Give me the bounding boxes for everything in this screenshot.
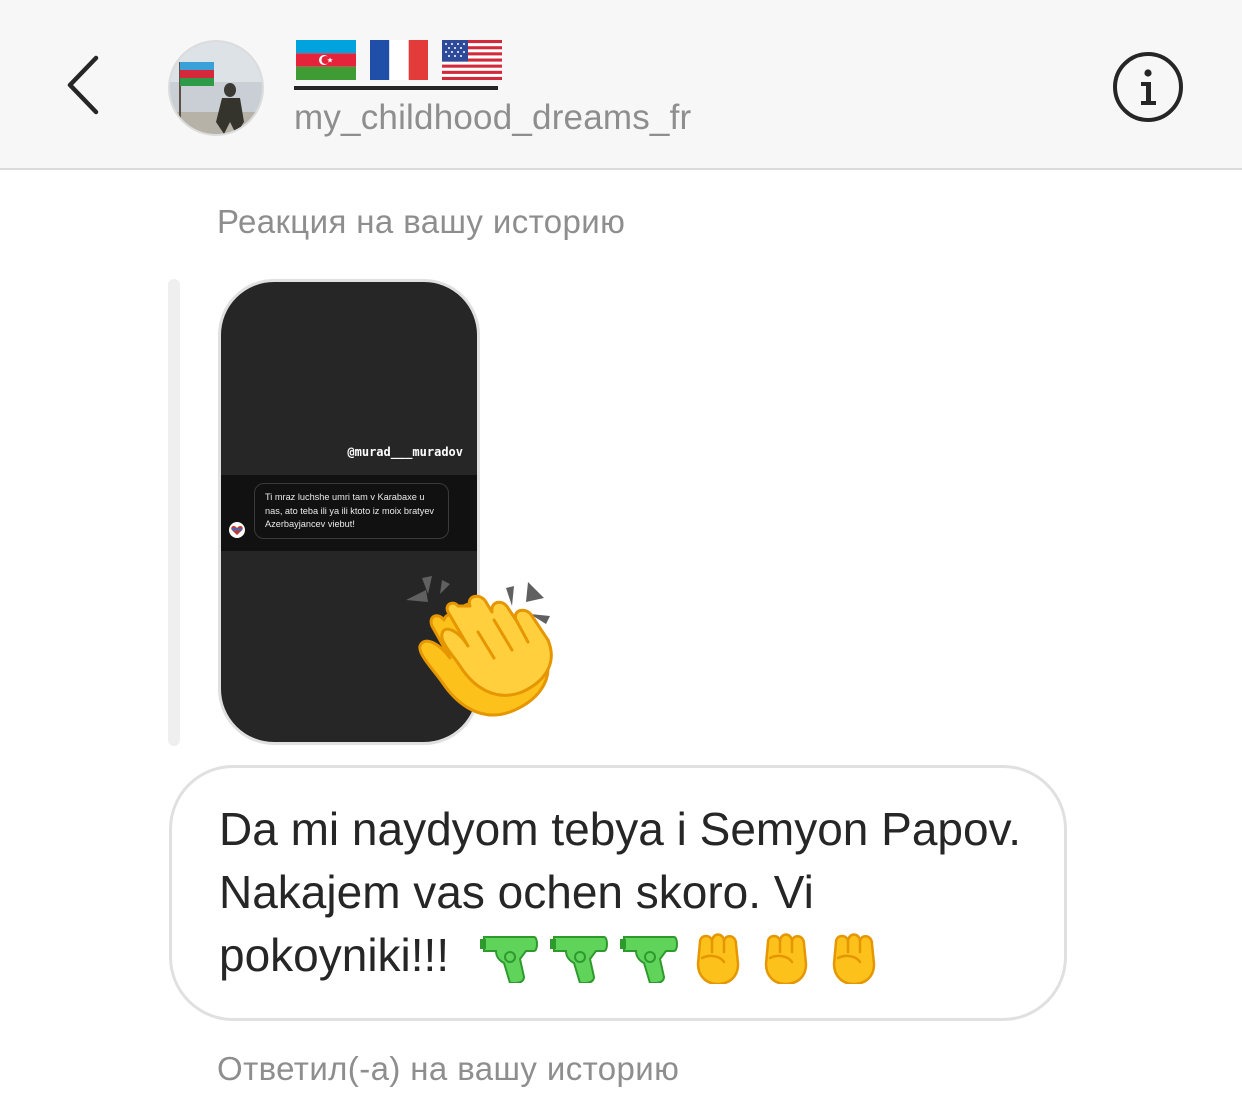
france-flag [370, 40, 428, 80]
back-button[interactable] [58, 52, 108, 118]
info-button[interactable] [1112, 51, 1184, 123]
raised-fist-icon [764, 933, 808, 984]
avatar[interactable] [168, 40, 264, 136]
story-reply-bar [168, 279, 180, 746]
story-mention: @murad___muradov [347, 445, 463, 459]
chat-header: my_childhood_dreams_fr [0, 0, 1242, 170]
flags-underline [294, 86, 498, 90]
water-pistol-icon [550, 936, 608, 983]
username[interactable]: my_childhood_dreams_fr [294, 98, 691, 138]
flags-row [296, 40, 502, 92]
azerbaijan-flag [296, 40, 356, 80]
raised-fist-icon [696, 933, 740, 984]
water-pistol-icon [480, 936, 538, 983]
avatar-image [170, 42, 262, 134]
story-dm-bubble: Ti mraz luchshe umri tam v Karabaxe u na… [254, 483, 449, 539]
raised-fist-icon [832, 933, 876, 984]
heart-icon [231, 526, 243, 535]
story-dm-band: Ti mraz luchshe umri tam v Karabaxe u na… [221, 475, 477, 551]
replied-label: Ответил(-а) на вашу историю [217, 1050, 680, 1087]
chevron-left-icon [67, 55, 99, 115]
story-dm-text: Ti mraz luchshe umri tam v Karabaxe u na… [265, 492, 435, 529]
clapping-hands-icon [398, 572, 558, 732]
story-mini-avatar [229, 522, 245, 538]
water-pistol-icon [620, 936, 678, 983]
usa-flag [442, 40, 502, 80]
info-icon [1113, 52, 1183, 122]
message-emoji-row [480, 926, 884, 986]
reaction-label: Реакция на вашу историю [217, 203, 626, 240]
